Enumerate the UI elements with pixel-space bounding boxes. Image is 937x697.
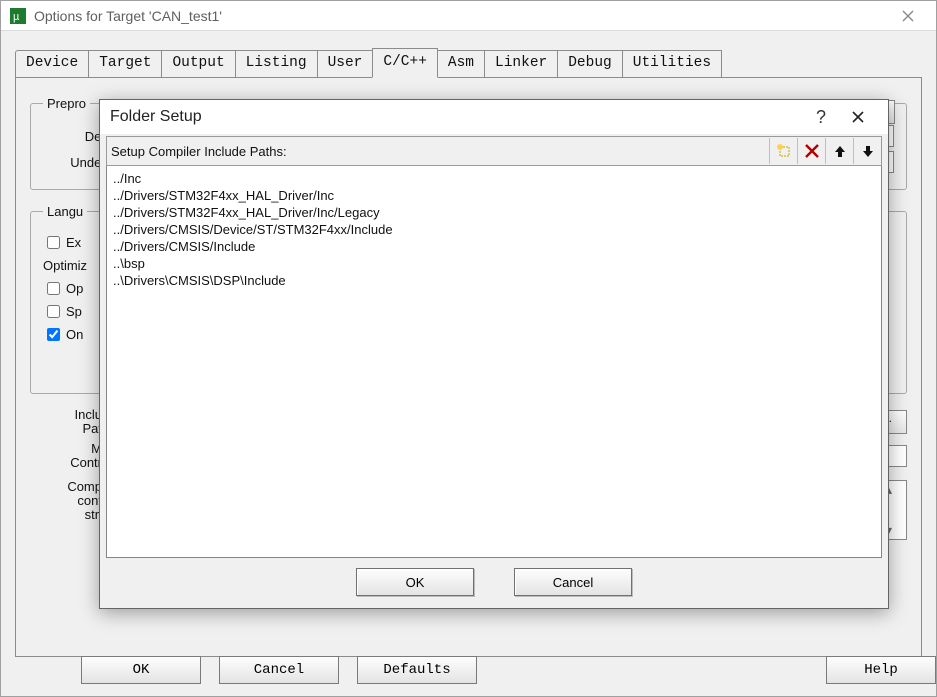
tab-utilities[interactable]: Utilities <box>622 50 722 78</box>
window-title: Options for Target 'CAN_test1' <box>34 8 888 24</box>
tab-asm[interactable]: Asm <box>437 50 485 78</box>
include-path-item[interactable]: ../Inc <box>113 170 875 187</box>
include-path-item[interactable]: ..\bsp <box>113 255 875 272</box>
folder-setup-title: Folder Setup <box>110 108 804 126</box>
include-path-item[interactable]: ..\Drivers\CMSIS\DSP\Include <box>113 272 875 289</box>
ok-button[interactable]: OK <box>81 656 201 684</box>
folder-setup-toolbar: Setup Compiler Include Paths: <box>106 136 882 166</box>
close-icon[interactable] <box>838 100 878 134</box>
folder-setup-button-row: OK Cancel <box>106 558 882 602</box>
svg-text:µ: µ <box>13 11 20 23</box>
tab-target[interactable]: Target <box>88 50 162 78</box>
delete-path-button[interactable] <box>797 138 825 164</box>
folder-setup-dialog: Folder Setup ? Setup Compiler Include Pa… <box>99 99 889 609</box>
misc-controls-label: M Contr <box>30 442 110 470</box>
new-path-button[interactable] <box>769 138 797 164</box>
close-icon[interactable] <box>888 1 928 31</box>
help-icon[interactable]: ? <box>804 100 838 134</box>
tab-strip: Device Target Output Listing User C/C++ … <box>15 47 922 77</box>
compiler-string-label: Comp cont stri <box>30 480 110 540</box>
app-icon: µ <box>9 7 27 25</box>
include-paths-list[interactable]: ../Inc../Drivers/STM32F4xx_HAL_Driver/In… <box>106 166 882 558</box>
include-path-item[interactable]: ../Drivers/STM32F4xx_HAL_Driver/Inc/Lega… <box>113 204 875 221</box>
tab-device[interactable]: Device <box>15 50 89 78</box>
options-window: µ Options for Target 'CAN_test1' Device … <box>0 0 937 697</box>
move-up-button[interactable] <box>825 138 853 164</box>
tab-listing[interactable]: Listing <box>235 50 318 78</box>
help-button[interactable]: Help <box>826 656 936 684</box>
main-button-row: OK Cancel Defaults Help <box>1 656 936 684</box>
include-path-item[interactable]: ../Drivers/STM32F4xx_HAL_Driver/Inc <box>113 187 875 204</box>
include-path-item[interactable]: ../Drivers/CMSIS/Device/ST/STM32F4xx/Inc… <box>113 221 875 238</box>
preprocessor-legend: Prepro <box>43 96 90 111</box>
tab-linker[interactable]: Linker <box>484 50 558 78</box>
include-path-item[interactable]: ../Drivers/CMSIS/Include <box>113 238 875 255</box>
tab-user[interactable]: User <box>317 50 374 78</box>
folder-setup-ok-button[interactable]: OK <box>356 568 474 596</box>
folder-setup-body: Setup Compiler Include Paths: ../Inc../D… <box>100 134 888 608</box>
tab-debug[interactable]: Debug <box>557 50 623 78</box>
main-titlebar: µ Options for Target 'CAN_test1' <box>1 1 936 31</box>
folder-setup-titlebar: Folder Setup ? <box>100 100 888 134</box>
language-legend: Langu <box>43 204 87 219</box>
tab-output[interactable]: Output <box>161 50 235 78</box>
move-down-button[interactable] <box>853 138 881 164</box>
folder-setup-label: Setup Compiler Include Paths: <box>107 144 769 159</box>
include-paths-label: Inclu Pat <box>30 408 110 436</box>
cancel-button[interactable]: Cancel <box>219 656 339 684</box>
folder-setup-cancel-button[interactable]: Cancel <box>514 568 632 596</box>
defaults-button[interactable]: Defaults <box>357 656 477 684</box>
tab-c-cpp[interactable]: C/C++ <box>372 48 438 78</box>
